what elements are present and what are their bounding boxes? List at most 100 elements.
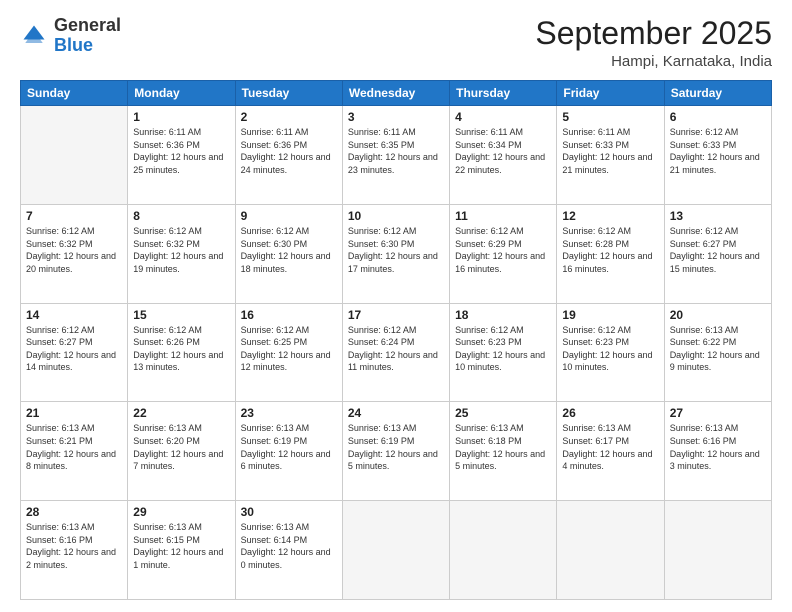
logo-blue-text: Blue [54,35,93,55]
calendar: SundayMondayTuesdayWednesdayThursdayFrid… [20,80,772,600]
day-number: 27 [670,406,766,420]
day-number: 30 [241,505,337,519]
day-number: 4 [455,110,551,124]
weekday-header-sunday: Sunday [21,81,128,106]
day-number: 14 [26,308,122,322]
weekday-header-friday: Friday [557,81,664,106]
weekday-header-monday: Monday [128,81,235,106]
day-number: 25 [455,406,551,420]
day-cell: 21Sunrise: 6:13 AMSunset: 6:21 PMDayligh… [21,402,128,501]
day-cell: 5 Sunrise: 6:11 AMSunset: 6:33 PMDaylight… [557,106,664,205]
day-cell: 8 Sunrise: 6:12 AMSunset: 6:32 PMDaylight… [128,204,235,303]
day-info: Sunrise: 6:12 AMSunset: 6:30 PMDaylight:… [241,225,337,275]
day-info: Sunrise: 6:12 AMSunset: 6:27 PMDaylight:… [26,324,122,374]
day-info: Sunrise: 6:12 AMSunset: 6:29 PMDaylight:… [455,225,551,275]
logo-text: General Blue [54,16,121,56]
day-cell: 16 Sunrise: 6:12 AMSunset: 6:25 PMDayligh… [235,303,342,402]
day-number: 22 [133,406,229,420]
day-cell: 27 Sunrise: 6:13 AMSunset: 6:16 PMDayligh… [664,402,771,501]
day-number: 12 [562,209,658,223]
day-cell: 23 Sunrise: 6:13 AMSunset: 6:19 PMDayligh… [235,402,342,501]
day-info: Sunrise: 6:11 AMSunset: 6:33 PMDaylight:… [562,126,658,176]
day-number: 5 [562,110,658,124]
day-info: Sunrise: 6:13 AMSunset: 6:19 PMDaylight:… [241,422,337,472]
day-number: 18 [455,308,551,322]
day-number: 29 [133,505,229,519]
day-info: Sunrise: 6:11 AMSunset: 6:36 PMDaylight:… [133,126,229,176]
day-cell: 15 Sunrise: 6:12 AMSunset: 6:26 PMDayligh… [128,303,235,402]
day-number: 20 [670,308,766,322]
day-info: Sunrise: 6:12 AMSunset: 6:33 PMDaylight:… [670,126,766,176]
day-info: Sunrise: 6:11 AMSunset: 6:35 PMDaylight:… [348,126,444,176]
logo-general-text: General [54,15,121,35]
day-cell: 10 Sunrise: 6:12 AMSunset: 6:30 PMDayligh… [342,204,449,303]
day-number: 24 [348,406,444,420]
day-number: 19 [562,308,658,322]
day-cell: 7Sunrise: 6:12 AMSunset: 6:32 PMDaylight… [21,204,128,303]
day-cell [664,501,771,600]
day-number: 2 [241,110,337,124]
weekday-header-thursday: Thursday [450,81,557,106]
week-row-4: 28Sunrise: 6:13 AMSunset: 6:16 PMDayligh… [21,501,772,600]
day-cell: 12 Sunrise: 6:12 AMSunset: 6:28 PMDayligh… [557,204,664,303]
week-row-3: 21Sunrise: 6:13 AMSunset: 6:21 PMDayligh… [21,402,772,501]
day-cell [342,501,449,600]
day-cell: 22 Sunrise: 6:13 AMSunset: 6:20 PMDayligh… [128,402,235,501]
day-number: 15 [133,308,229,322]
day-cell: 13 Sunrise: 6:12 AMSunset: 6:27 PMDayligh… [664,204,771,303]
day-cell [450,501,557,600]
day-info: Sunrise: 6:13 AMSunset: 6:20 PMDaylight:… [133,422,229,472]
day-cell: 6Sunrise: 6:12 AMSunset: 6:33 PMDaylight… [664,106,771,205]
day-cell: 4Sunrise: 6:11 AMSunset: 6:34 PMDaylight… [450,106,557,205]
day-info: Sunrise: 6:12 AMSunset: 6:26 PMDaylight:… [133,324,229,374]
day-info: Sunrise: 6:12 AMSunset: 6:23 PMDaylight:… [562,324,658,374]
title-area: September 2025 Hampi, Karnataka, India [535,16,772,70]
location: Hampi, Karnataka, India [535,53,772,70]
day-info: Sunrise: 6:12 AMSunset: 6:32 PMDaylight:… [133,225,229,275]
day-info: Sunrise: 6:12 AMSunset: 6:23 PMDaylight:… [455,324,551,374]
day-number: 16 [241,308,337,322]
day-cell: 26Sunrise: 6:13 AMSunset: 6:17 PMDayligh… [557,402,664,501]
day-info: Sunrise: 6:11 AMSunset: 6:36 PMDaylight:… [241,126,337,176]
weekday-header-wednesday: Wednesday [342,81,449,106]
day-cell: 19 Sunrise: 6:12 AMSunset: 6:23 PMDayligh… [557,303,664,402]
day-info: Sunrise: 6:12 AMSunset: 6:28 PMDaylight:… [562,225,658,275]
day-info: Sunrise: 6:13 AMSunset: 6:18 PMDaylight:… [455,422,551,472]
day-number: 28 [26,505,122,519]
day-info: Sunrise: 6:12 AMSunset: 6:25 PMDaylight:… [241,324,337,374]
day-cell: 24 Sunrise: 6:13 AMSunset: 6:19 PMDayligh… [342,402,449,501]
day-cell [557,501,664,600]
day-number: 8 [133,209,229,223]
day-number: 17 [348,308,444,322]
day-info: Sunrise: 6:13 AMSunset: 6:22 PMDaylight:… [670,324,766,374]
day-info: Sunrise: 6:12 AMSunset: 6:27 PMDaylight:… [670,225,766,275]
day-info: Sunrise: 6:13 AMSunset: 6:14 PMDaylight:… [241,521,337,571]
day-number: 10 [348,209,444,223]
day-number: 3 [348,110,444,124]
day-number: 13 [670,209,766,223]
day-info: Sunrise: 6:13 AMSunset: 6:19 PMDaylight:… [348,422,444,472]
day-info: Sunrise: 6:13 AMSunset: 6:16 PMDaylight:… [670,422,766,472]
day-cell: 17 Sunrise: 6:12 AMSunset: 6:24 PMDayligh… [342,303,449,402]
day-number: 9 [241,209,337,223]
day-cell: 11Sunrise: 6:12 AMSunset: 6:29 PMDayligh… [450,204,557,303]
day-cell: 1Sunrise: 6:11 AMSunset: 6:36 PMDaylight… [128,106,235,205]
day-info: Sunrise: 6:12 AMSunset: 6:24 PMDaylight:… [348,324,444,374]
weekday-header-tuesday: Tuesday [235,81,342,106]
week-row-1: 7Sunrise: 6:12 AMSunset: 6:32 PMDaylight… [21,204,772,303]
day-cell: 3 Sunrise: 6:11 AMSunset: 6:35 PMDaylight… [342,106,449,205]
month-title: September 2025 [535,16,772,51]
day-info: Sunrise: 6:12 AMSunset: 6:30 PMDaylight:… [348,225,444,275]
day-number: 26 [562,406,658,420]
day-cell: 18 Sunrise: 6:12 AMSunset: 6:23 PMDayligh… [450,303,557,402]
weekday-header-row: SundayMondayTuesdayWednesdayThursdayFrid… [21,81,772,106]
day-cell: 29Sunrise: 6:13 AMSunset: 6:15 PMDayligh… [128,501,235,600]
logo-icon [20,22,48,50]
day-info: Sunrise: 6:13 AMSunset: 6:21 PMDaylight:… [26,422,122,472]
logo: General Blue [20,16,121,56]
day-cell: 2 Sunrise: 6:11 AMSunset: 6:36 PMDaylight… [235,106,342,205]
day-cell: 14 Sunrise: 6:12 AMSunset: 6:27 PMDayligh… [21,303,128,402]
day-number: 23 [241,406,337,420]
day-cell: 20 Sunrise: 6:13 AMSunset: 6:22 PMDayligh… [664,303,771,402]
day-cell: 30 Sunrise: 6:13 AMSunset: 6:14 PMDayligh… [235,501,342,600]
